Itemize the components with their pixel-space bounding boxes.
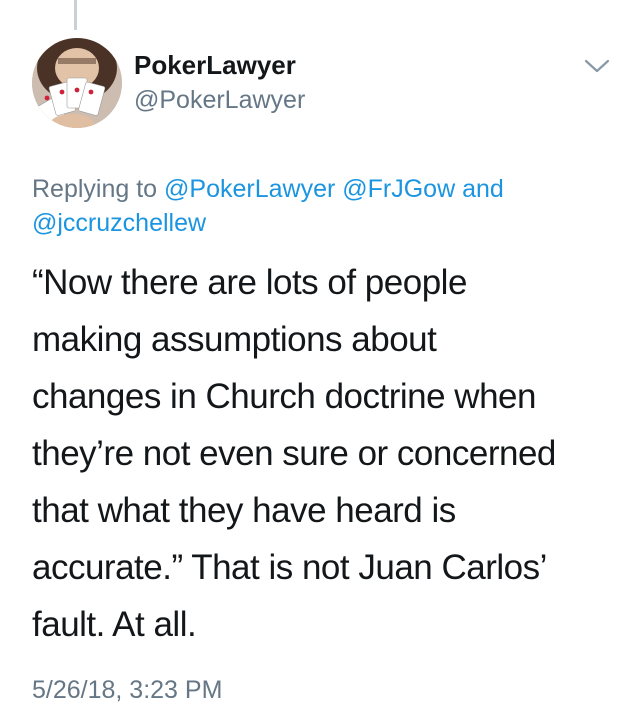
mention-and-others[interactable]: and [462, 175, 504, 203]
tweet-line: fault. At all. [32, 605, 197, 644]
tweet-body: “Now there are lots of people making ass… [32, 254, 622, 653]
replying-to-label: Replying to [32, 175, 158, 203]
avatar-photo-icon [32, 38, 122, 128]
tweet-line: accurate.” That is not Juan Carlos’ [32, 548, 547, 587]
thread-connector-line [74, 0, 77, 30]
mention-frjgow-link[interactable]: @FrJGow [342, 175, 455, 203]
tweet-menu-button[interactable] [583, 56, 611, 76]
mention-jccruzchellew-link[interactable]: @jccruzchellew [32, 209, 206, 237]
tweet-line: making assumptions about [32, 320, 437, 359]
tweet-line: they’re not even sure or concerned [32, 434, 556, 473]
chevron-down-icon [584, 59, 610, 73]
tweet-timestamp[interactable]: 5/26/18, 3:23 PM [32, 676, 222, 705]
tweet-line: changes in Church doctrine when [32, 377, 536, 416]
author-display-name[interactable]: PokerLawyer [134, 50, 296, 81]
replying-to-line: Replying to @PokerLawyer @FrJGow and @jc… [32, 172, 612, 240]
author-handle[interactable]: @PokerLawyer [134, 86, 305, 115]
mention-pokerlawyer-link[interactable]: @PokerLawyer [164, 175, 335, 203]
tweet-line: that what they have heard is [32, 491, 456, 530]
author-avatar[interactable] [32, 38, 122, 128]
tweet-line: “Now there are lots of people [32, 263, 467, 302]
